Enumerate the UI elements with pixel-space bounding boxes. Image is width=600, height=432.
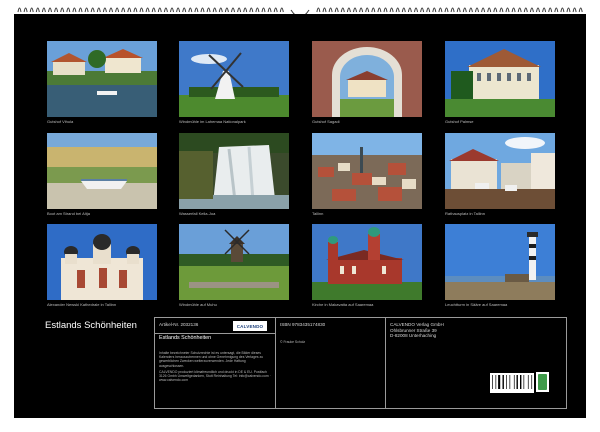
publisher-line-3: D-82008 Unterhaching xyxy=(390,333,437,338)
info-subtitle: Estlands Schönheiten xyxy=(159,335,212,341)
calendar-sheet: Gutshof Vihula Windmühle im Lahemaa Nati… xyxy=(14,14,586,418)
muhu-windmill-photo xyxy=(179,224,289,300)
windmill-photo xyxy=(179,41,289,117)
photo-caption: Gutshof Palmse xyxy=(445,119,474,124)
article-number: Artikel-Nr. 2032136 xyxy=(159,322,199,327)
publisher-logo: CALVENDO xyxy=(233,321,267,331)
photo-caption: Kirche in Makavatta auf Saaremaa xyxy=(312,302,374,307)
photo-caption: Wasserfall Keila-Joa xyxy=(179,211,216,216)
photo-caption: Windmühle auf Muhu xyxy=(179,302,217,307)
info-column-left: Artikel-Nr. 2032136 CALVENDO Estlands Sc… xyxy=(155,318,276,408)
info-column-right: CALVENDO Verlag GmbH Ohlsbrunner Straße … xyxy=(385,318,566,408)
isbn: ISBN 9783435174830 xyxy=(280,322,326,327)
church-photo xyxy=(312,224,422,300)
waterfall-photo xyxy=(179,133,289,209)
palmse-manor-photo xyxy=(445,41,555,117)
boat-beach-photo xyxy=(47,133,157,209)
photo-caption: Boot am Strand bei Altja xyxy=(47,211,90,216)
photo-caption: Gutshof Vihula xyxy=(47,119,74,124)
photo-caption: Tallinn xyxy=(312,211,324,216)
copyright: © Frauke Scholz xyxy=(280,340,306,344)
info-description: Inhalte bezeichneter Schutzrechte ist es… xyxy=(159,351,264,368)
photo-caption: Rathausplatz in Tallinn xyxy=(445,211,485,216)
photo-caption: Windmühle im Lahemaa Nationalpark xyxy=(179,119,246,124)
info-box: Artikel-Nr. 2032136 CALVENDO Estlands Sc… xyxy=(154,317,567,409)
manor-pond-photo xyxy=(47,41,157,117)
calendar-title: Estlands Schönheiten xyxy=(45,320,137,331)
photo-caption: Leuchtturm in Sääre auf Saaremaa xyxy=(445,302,508,307)
info-address-note: CALVENDO produziert klimafreundlich und … xyxy=(159,370,271,383)
logo-text: CALVENDO xyxy=(236,323,264,329)
barcode-icon xyxy=(490,373,534,393)
cathedral-photo xyxy=(47,224,157,300)
photo-caption: Gutshof Sagadi xyxy=(312,119,340,124)
tallinn-oldtown-photo xyxy=(312,133,422,209)
fsc-leaf-icon xyxy=(536,372,549,392)
gate-manor-photo xyxy=(312,41,422,117)
photo-caption: Alexander Newski Kathedrale in Tallinn xyxy=(47,302,117,307)
town-square-photo xyxy=(445,133,555,209)
lighthouse-photo xyxy=(445,224,555,300)
info-column-middle: ISBN 9783435174830 © Frauke Scholz xyxy=(275,318,386,408)
